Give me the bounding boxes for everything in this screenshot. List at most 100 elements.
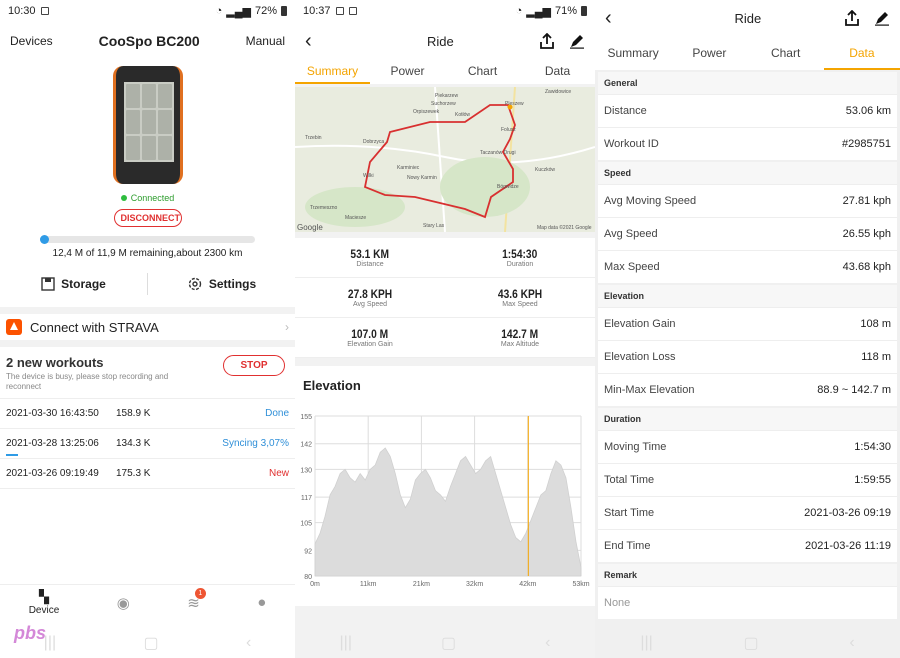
system-nav-bar: ||| ▢ ‹ [0,628,295,658]
map-label: Zawidowice [545,89,572,95]
y-tick-label: 142 [300,442,312,449]
tab-record[interactable]: ◉ [117,594,130,612]
tab-power[interactable]: Power [370,60,445,84]
data-value: 2021-03-26 11:19 [804,540,891,552]
share-icon[interactable] [844,10,860,26]
tab-activities[interactable]: ≋ 1 [187,587,206,612]
recents-icon[interactable]: ||| [640,634,652,652]
route-map[interactable]: Piekarzew Suchorzew Orpiszewek Kotłów Trzebi… [295,87,595,232]
back-icon[interactable]: ‹ [545,634,550,652]
stats-row: 53.1 KM Distance 1:54:30 Duration [295,238,595,278]
data-key: Start Time [604,507,655,519]
map-label: Stary Las [423,223,445,229]
signal-icon: ▂▄▆ [526,5,551,18]
tab-summary[interactable]: Summary [295,60,370,84]
data-row: Workout ID #2985751 [598,127,897,160]
group-title: General [598,72,897,94]
tab-chart[interactable]: Chart [748,42,824,70]
stat-cell: 27.8 KPH Avg Speed [295,278,445,317]
workout-date: 2021-03-30 16:43:50 [6,408,99,419]
x-tick-label: 0m [310,581,320,588]
share-icon[interactable] [539,33,555,49]
data-row: None [598,586,897,619]
workout-size: 134.3 K [116,438,151,449]
home-icon[interactable]: ▢ [744,633,759,653]
recents-icon[interactable]: ||| [44,634,56,652]
map-label: Folusz [501,127,516,133]
disconnect-button[interactable]: DISCONNECT [113,209,182,227]
settings-label: Settings [208,277,257,291]
bottom-tabbar: ▚ Device ◉ ≋ 1 ● [0,584,295,620]
x-tick-label: 21km [413,581,430,588]
data-row: Avg Moving Speed 27.81 kph [598,184,897,217]
tab-chart[interactable]: Chart [445,60,520,84]
home-icon[interactable]: ▢ [144,633,159,653]
map-label: Kotłów [455,112,471,118]
data-key: Elevation Gain [604,318,676,330]
storage-remaining: 12,4 M of 11,9 M remaining,about 2300 km [52,248,243,259]
y-tick-label: 155 [300,414,312,421]
group-title: Remark [598,564,897,586]
summary-stats: 53.1 KM Distance 1:54:30 Duration 27.8 KPH Av… [295,238,595,358]
back-arrow-icon[interactable]: ‹ [605,7,612,30]
data-row: Elevation Loss 118 m [598,340,897,373]
stat-cell: 107.0 M Elevation Gain [295,318,445,357]
data-row: Min-Max Elevation 88.9 ~ 142.7 m [598,373,897,406]
stat-value: 43.6 KPH [497,287,543,301]
data-key: Total Time [604,474,655,486]
workout-row[interactable]: 2021-03-28 13:25:06 134.3 K Syncing 3,07% [0,429,295,459]
devices-button[interactable]: Devices [10,34,53,48]
connect-strava-row[interactable]: Connect with STRAVA › [0,307,295,347]
stop-button[interactable]: STOP [223,355,285,376]
stat-label: Max Speed [502,301,538,308]
map-label: Maciesze [345,215,367,221]
header: Devices CooSpo BC200 Manual [0,22,295,60]
stat-cell: 43.6 KPH Max Speed [445,278,595,317]
workout-status: Syncing 3,07% [222,438,289,449]
storage-icon [41,277,55,291]
workout-row[interactable]: 2021-03-26 09:19:49 175.3 K New [0,459,295,489]
tab-data[interactable]: Data [823,42,900,70]
wifi-icon: ◔ [215,5,223,17]
tab-device-label: Device [28,605,60,616]
tab-device[interactable]: ▚ Device [29,589,60,616]
stat-value: 53.1 KM [350,247,390,261]
workout-row[interactable]: 2021-03-30 16:43:50 158.9 K Done [0,399,295,429]
stat-cell: 1:54:30 Duration [445,238,595,277]
map-label: Piekarzew [435,93,459,99]
data-group-elevation: Elevation Elevation Gain 108 m Elevation Lo… [598,285,897,406]
edit-icon[interactable] [874,10,890,26]
map-label: Kuczków [535,167,556,173]
storage-label: Storage [61,277,106,291]
chevron-right-icon: › [285,320,289,334]
tab-summary[interactable]: Summary [595,42,671,70]
settings-button[interactable]: Settings [148,276,295,292]
map-label: Taczanów Drugi [480,150,516,156]
header: ‹ Ride [595,0,900,36]
tab-power[interactable]: Power [671,42,747,70]
map-label: Map data ©2021 Google [537,225,592,231]
storage-button[interactable]: Storage [0,277,147,291]
tab-bar: Summary Power Chart Data [295,60,595,84]
data-row: Total Time 1:59:55 [598,463,897,496]
home-icon[interactable]: ▢ [441,633,456,653]
elevation-chart[interactable]: 80 92 105 117 130 142 155 0m 11km 21km 32km 42km 53k… [295,406,595,606]
system-nav-bar: ||| ▢ ‹ [295,628,595,658]
back-icon[interactable]: ‹ [849,634,854,652]
data-key: Avg Speed [604,228,658,240]
tab-data[interactable]: Data [520,60,595,84]
connection-status: Connected [0,193,295,203]
map-label: Pleszew [505,101,524,107]
data-value: 2021-03-26 09:19 [804,507,891,519]
tab-profile[interactable]: ● [257,594,266,611]
back-icon[interactable]: ‹ [246,634,251,652]
data-row: Elevation Gain 108 m [598,307,897,340]
back-arrow-icon[interactable]: ‹ [305,30,312,53]
stat-value: 27.8 KPH [347,287,393,301]
recents-icon[interactable]: ||| [340,634,352,652]
edit-icon[interactable] [569,33,585,49]
ride-summary-screen: 10:37 ◔ ▂▄▆ 71% ‹ Ride Summary Power Chart Da… [295,0,595,658]
y-tick-label: 92 [304,548,312,555]
manual-button[interactable]: Manual [246,34,285,48]
battery-icon [581,6,587,16]
